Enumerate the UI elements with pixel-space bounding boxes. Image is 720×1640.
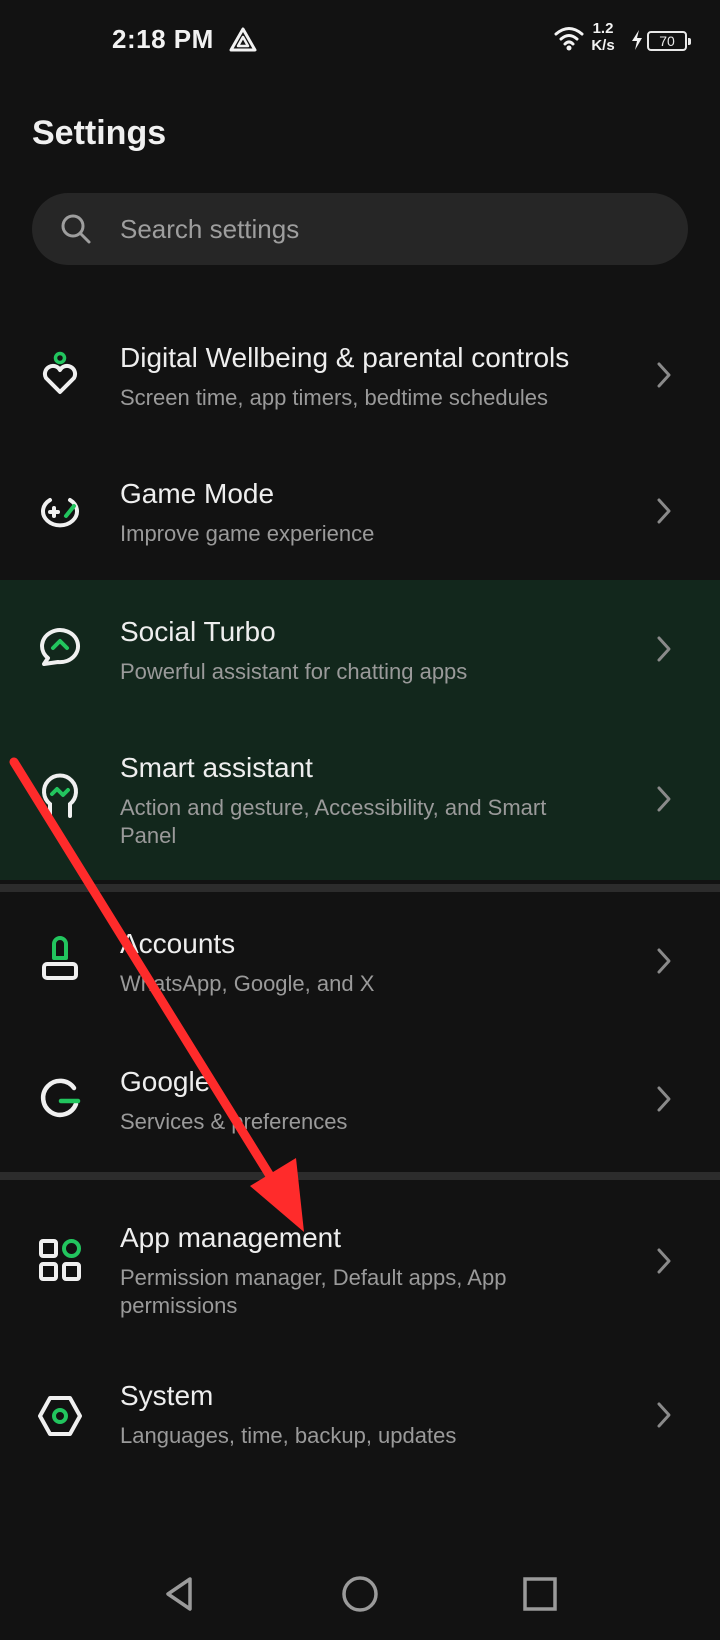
chevron-right-icon bbox=[657, 498, 671, 524]
settings-item-subtitle: Powerful assistant for chatting apps bbox=[120, 659, 468, 684]
settings-item-title: Digital Wellbeing & parental controls bbox=[120, 342, 570, 373]
section-divider bbox=[0, 1172, 720, 1180]
settings-item-title: Accounts bbox=[120, 928, 236, 959]
chevron-right-icon bbox=[657, 1086, 671, 1112]
settings-item-subtitle: Permission manager, Default apps, App pe… bbox=[120, 1265, 507, 1318]
settings-item-subtitle: Services & preferences bbox=[120, 1109, 348, 1134]
network-speed: 1.2 K/s bbox=[588, 20, 618, 54]
section-divider bbox=[0, 884, 720, 892]
status-time: 2:18 PM bbox=[112, 24, 214, 54]
settings-item-title: Google bbox=[120, 1066, 211, 1097]
accounts-icon bbox=[42, 936, 78, 980]
settings-item-social-turbo[interactable]: Social Turbo Powerful assistant for chat… bbox=[0, 580, 720, 716]
chevron-right-icon bbox=[657, 948, 671, 974]
settings-item-title: Smart assistant bbox=[120, 752, 313, 783]
settings-item-subtitle: Languages, time, backup, updates bbox=[120, 1423, 457, 1448]
settings-item-title: Social Turbo bbox=[120, 616, 276, 647]
search-icon bbox=[61, 214, 91, 244]
social-turbo-icon bbox=[40, 628, 80, 666]
recents-icon[interactable] bbox=[520, 1574, 560, 1614]
settings-item-app-management[interactable]: App management Permission manager, Defau… bbox=[0, 1180, 720, 1344]
battery-icon: 70 bbox=[647, 31, 691, 51]
settings-item-subtitle: WhatsApp, Google, and X bbox=[120, 971, 375, 996]
search-bar[interactable] bbox=[32, 193, 688, 265]
settings-item-title: System bbox=[120, 1380, 214, 1411]
chevron-right-icon bbox=[657, 1402, 671, 1428]
status-bar: 2:18 PM 1.2 K/s 70 bbox=[0, 0, 720, 80]
back-icon[interactable] bbox=[160, 1574, 200, 1614]
app-management-icon bbox=[39, 1239, 81, 1281]
system-icon bbox=[38, 1396, 82, 1436]
chevron-right-icon bbox=[657, 1248, 671, 1274]
chevron-right-icon bbox=[657, 636, 671, 662]
settings-item-subtitle: Screen time, app timers, bedtime schedul… bbox=[120, 385, 548, 410]
digital-wellbeing-icon bbox=[42, 351, 78, 394]
settings-item-title: Game Mode bbox=[120, 478, 275, 509]
settings-item-game-mode[interactable]: Game Mode Improve game experience bbox=[0, 442, 720, 580]
battery-level: 70 bbox=[659, 33, 675, 49]
network-speed-unit: K/s bbox=[591, 37, 615, 54]
chevron-right-icon bbox=[657, 362, 671, 388]
search-input[interactable] bbox=[120, 193, 660, 265]
settings-item-digital-wellbeing[interactable]: Digital Wellbeing & parental controls Sc… bbox=[0, 306, 720, 442]
google-icon bbox=[40, 1078, 81, 1118]
page-title: Settings bbox=[32, 114, 167, 152]
settings-item-title: App management bbox=[120, 1222, 342, 1253]
network-speed-value: 1.2 bbox=[592, 20, 614, 37]
smart-assistant-icon bbox=[42, 773, 78, 818]
settings-item-google[interactable]: Google Services & preferences bbox=[0, 1030, 720, 1168]
game-mode-icon bbox=[41, 498, 79, 528]
settings-item-subtitle: Improve game experience bbox=[120, 521, 375, 546]
wifi-icon bbox=[554, 27, 584, 51]
settings-item-accounts[interactable]: Accounts WhatsApp, Google, and X bbox=[0, 892, 720, 1030]
settings-item-smart-assistant[interactable]: Smart assistant Action and gesture, Acce… bbox=[0, 716, 720, 880]
settings-item-subtitle: Action and gesture, Accessibility, and S… bbox=[120, 795, 547, 848]
charging-bolt-icon bbox=[632, 30, 642, 50]
chevron-right-icon bbox=[657, 786, 671, 812]
home-icon[interactable] bbox=[340, 1574, 380, 1614]
settings-item-system[interactable]: System Languages, time, backup, updates bbox=[0, 1344, 720, 1490]
triangle-notification-icon bbox=[229, 27, 257, 52]
